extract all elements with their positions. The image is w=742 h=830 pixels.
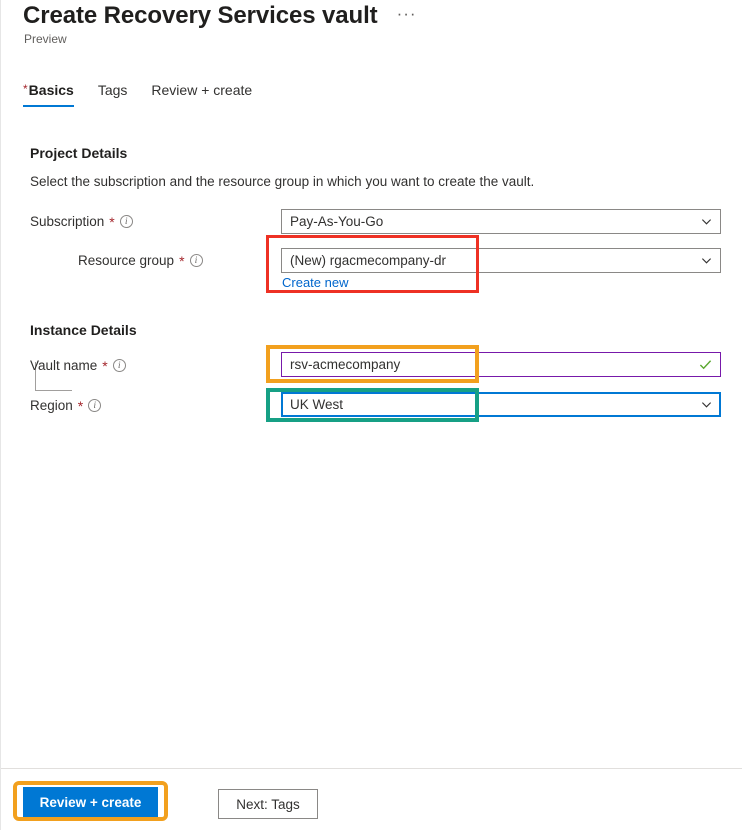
vault-name-label-text: Vault name (30, 358, 98, 373)
resource-group-label-text: Resource group (78, 253, 175, 268)
tab-review-create-label: Review + create (151, 82, 253, 98)
subscription-dropdown[interactable]: Pay-As-You-Go (281, 209, 721, 234)
subscription-info-icon[interactable]: i (119, 215, 133, 228)
resource-group-label: Resource group * i (78, 253, 203, 268)
project-details-description: Select the subscription and the resource… (30, 174, 535, 189)
region-value: UK West (290, 397, 344, 412)
more-options-icon[interactable]: ··· (392, 5, 422, 28)
instance-details-heading: Instance Details (30, 322, 137, 338)
create-new-resource-group-link[interactable]: Create new (282, 275, 348, 290)
region-info-icon[interactable]: i (88, 399, 102, 412)
project-details-heading: Project Details (30, 145, 128, 161)
subscription-value: Pay-As-You-Go (290, 214, 384, 229)
tab-basics-required-marker: * (23, 82, 28, 96)
create-vault-blade: Create Recovery Services vault ··· Previ… (0, 0, 742, 830)
subscription-label-text: Subscription (30, 214, 105, 229)
footer-divider (1, 768, 742, 769)
region-label-text: Region (30, 398, 73, 413)
region-required-marker: * (77, 397, 84, 414)
tab-review-create[interactable]: Review + create (139, 82, 264, 107)
region-label: Region * i (30, 397, 102, 414)
resource-group-required-marker: * (179, 252, 185, 269)
vault-name-value: rsv-acmecompany (290, 357, 401, 372)
subscription-label: Subscription * i (30, 214, 133, 229)
region-dropdown[interactable]: UK West (281, 392, 721, 417)
preview-label: Preview (24, 32, 67, 46)
chevron-down-icon (701, 219, 712, 225)
tab-basics-label: Basics (28, 82, 74, 98)
validation-check-icon (699, 360, 712, 370)
tab-tags[interactable]: Tags (86, 82, 140, 107)
chevron-down-icon (701, 402, 712, 408)
blade-tabs: *Basics Tags Review + create (23, 82, 264, 107)
resource-group-dropdown[interactable]: (New) rgacmecompany-dr (281, 248, 721, 273)
resource-group-value: (New) rgacmecompany-dr (290, 253, 447, 268)
page-title: Create Recovery Services vault (23, 2, 378, 29)
vault-name-label: Vault name * i (30, 358, 126, 373)
title-row: Create Recovery Services vault ··· (23, 2, 422, 30)
vault-name-input[interactable]: rsv-acmecompany (281, 352, 721, 377)
subscription-required-marker: * (109, 213, 115, 230)
blade-header: Create Recovery Services vault ··· Previ… (1, 0, 742, 70)
vault-name-required-marker: * (102, 357, 108, 374)
vault-name-info-icon[interactable]: i (112, 359, 126, 372)
next-tags-button[interactable]: Next: Tags (218, 789, 318, 819)
review-create-button[interactable]: Review + create (23, 787, 158, 817)
tab-basics[interactable]: *Basics (23, 82, 86, 107)
chevron-down-icon (701, 258, 712, 264)
resource-group-info-icon[interactable]: i (189, 254, 203, 267)
tab-tags-label: Tags (97, 82, 128, 98)
